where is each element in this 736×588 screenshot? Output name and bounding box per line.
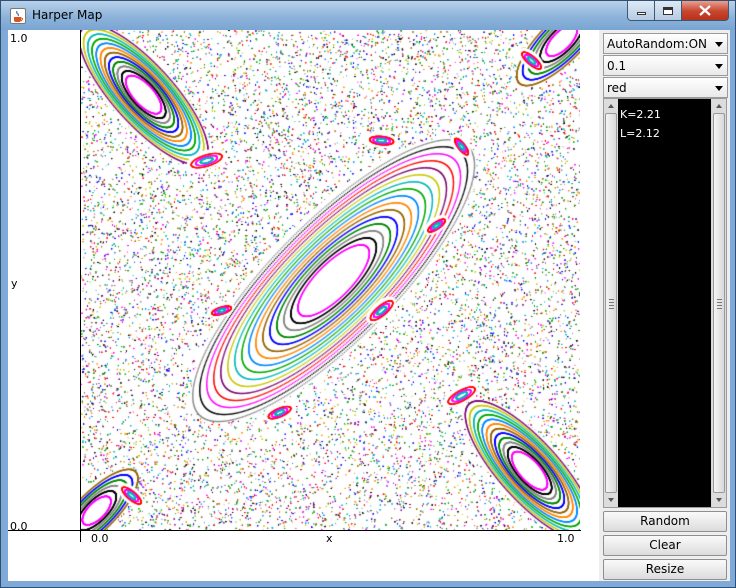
grip-icon (609, 299, 614, 309)
resize-button[interactable]: Resize (603, 559, 727, 580)
plot-panel: 1.0 y 0.0 0.0 x 1.0 (8, 30, 599, 581)
clear-button[interactable]: Clear (603, 535, 727, 556)
client-area: 1.0 y 0.0 0.0 x 1.0 AutoRandom:ON 0.1 re… (8, 30, 730, 581)
arrow-down-icon (608, 498, 614, 502)
step-select-value: 0.1 (607, 59, 627, 73)
info-display: K=2.21 L=2.12 (618, 99, 711, 507)
scroll-thumb[interactable] (605, 113, 617, 493)
arrow-down-icon (716, 498, 722, 502)
maximize-button[interactable] (654, 1, 682, 21)
y-axis-line (80, 30, 81, 542)
info-line-l: L=2.12 (620, 127, 660, 140)
y-max-label: 1.0 (10, 32, 28, 45)
scroll-up-button[interactable] (604, 99, 618, 113)
chevron-down-icon (715, 42, 723, 47)
scroll-thumb[interactable] (713, 113, 725, 493)
window-title: Harper Map (32, 8, 103, 22)
grip-icon (717, 299, 722, 309)
mode-select[interactable]: AutoRandom:ON (603, 33, 728, 54)
phase-space-canvas[interactable] (81, 30, 580, 530)
title-bar[interactable]: Harper Map (1, 1, 735, 30)
color-select[interactable]: red (603, 77, 728, 98)
info-line-k: K=2.21 (620, 108, 661, 121)
minimize-button[interactable] (627, 1, 655, 21)
minimize-icon (636, 12, 646, 15)
x-axis-line (8, 530, 581, 531)
arrow-up-icon (716, 104, 722, 108)
control-panel: AutoRandom:ON 0.1 red K=2.21 L=2.12 Rand… (599, 30, 730, 581)
step-select[interactable]: 0.1 (603, 55, 728, 76)
close-icon (699, 5, 711, 16)
y-axis-label: y (11, 277, 18, 290)
scroll-up-button[interactable] (712, 99, 726, 113)
scroll-down-button[interactable] (712, 493, 726, 507)
mode-select-value: AutoRandom:ON (607, 37, 708, 51)
app-window: Harper Map 1.0 y 0.0 0.0 x 1.0 AutoRando… (0, 0, 736, 588)
info-text-area[interactable]: K=2.21 L=2.12 (603, 98, 727, 508)
color-select-value: red (607, 81, 627, 95)
chevron-down-icon (715, 64, 723, 69)
right-scrollbar[interactable] (712, 99, 726, 507)
x-max-label: 1.0 (557, 532, 575, 545)
maximize-icon (663, 6, 673, 15)
arrow-up-icon (608, 104, 614, 108)
chevron-down-icon (715, 86, 723, 91)
x-axis-label: x (326, 532, 333, 545)
scroll-down-button[interactable] (604, 493, 618, 507)
java-cup-icon (10, 8, 26, 24)
close-button[interactable] (681, 1, 729, 21)
random-button[interactable]: Random (603, 511, 727, 532)
left-scrollbar[interactable] (604, 99, 618, 507)
x-min-label: 0.0 (91, 532, 109, 545)
